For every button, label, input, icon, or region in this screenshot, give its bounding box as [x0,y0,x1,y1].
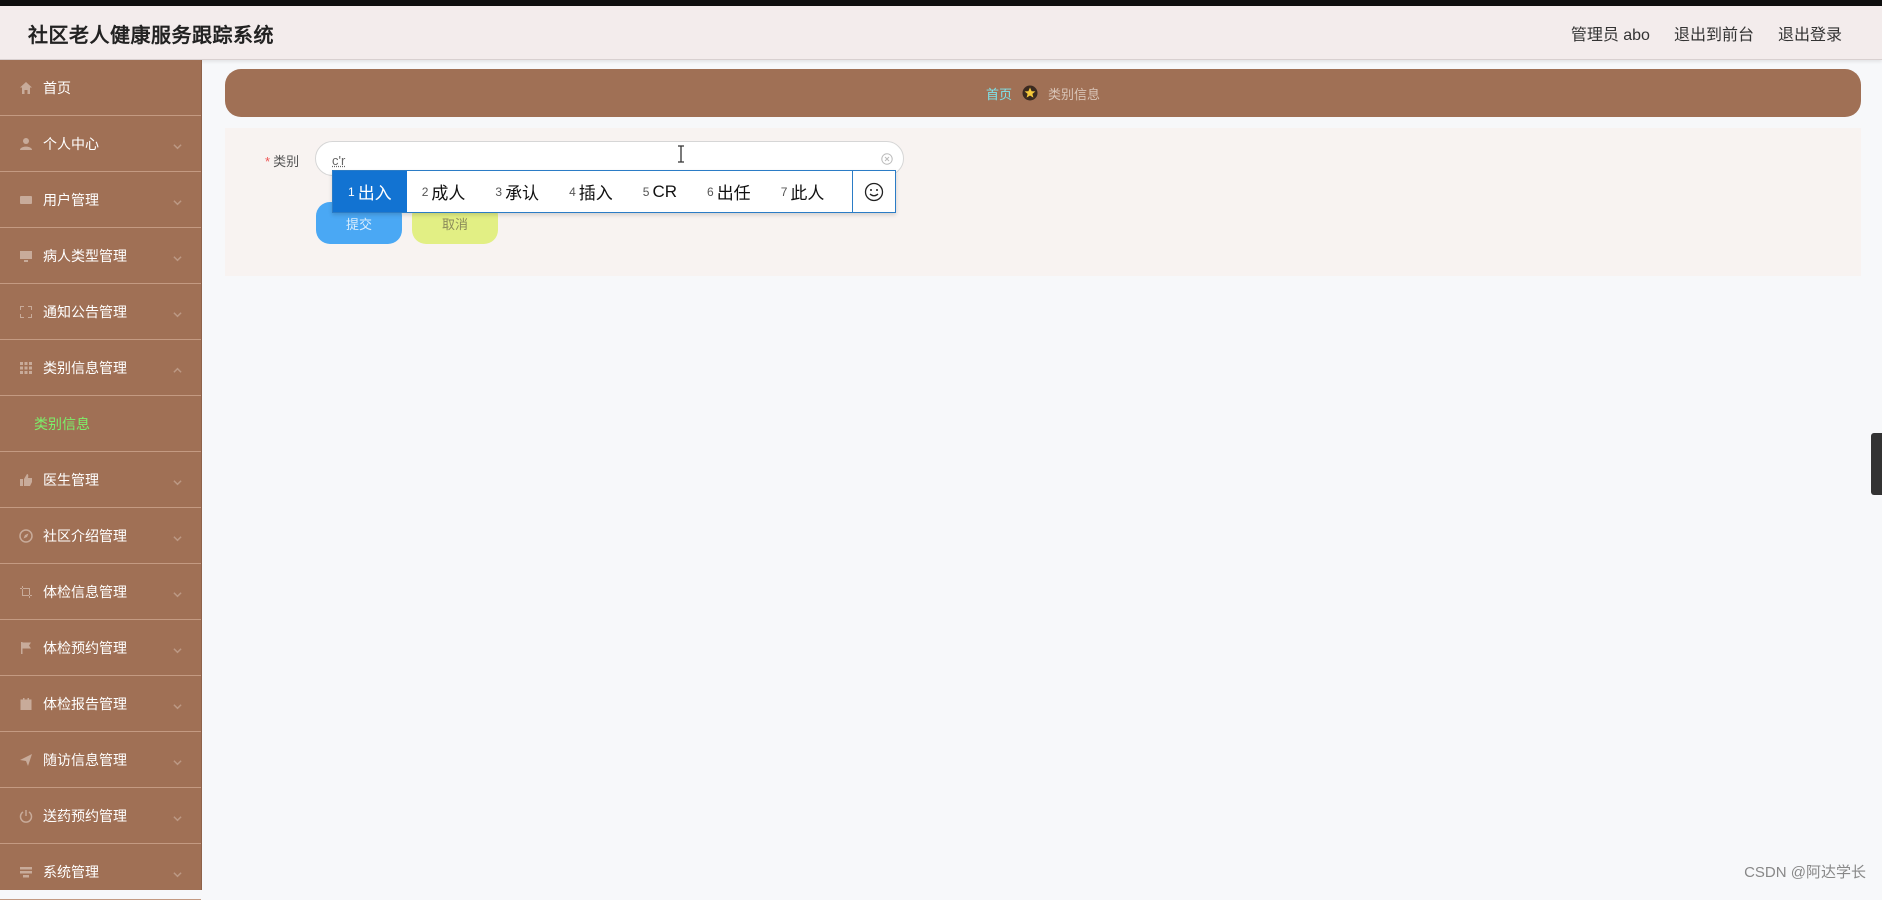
ime-candidate-4[interactable]: 4 插入 [554,171,628,212]
power-icon [19,809,33,823]
sidebar-item-label: 送药预约管理 [43,807,127,824]
clear-icon[interactable] [881,153,893,165]
category-label-text: 类别 [273,154,300,169]
chevron-down-icon [173,250,182,262]
category-field-label: * 类别 [265,151,299,170]
sidebar-item-label: 系统管理 [43,863,99,880]
breadcrumb: 首页 类别信息 [225,69,1861,117]
watermark: CSDN @阿达学长 [1744,864,1866,881]
app-title: 社区老人健康服务跟踪系统 [28,25,274,47]
chevron-down-icon [173,306,182,318]
flag-icon [19,641,33,655]
crop-icon [19,585,33,599]
sidebar-item-home[interactable]: 首页 [0,60,201,116]
sidebar-item-category-management[interactable]: 类别信息管理 [0,340,201,396]
chevron-down-icon [173,866,182,878]
logout-link[interactable]: 退出登录 [1778,21,1842,45]
ime-emoji-button[interactable] [852,171,895,212]
sidebar-item-medicine-delivery[interactable]: 送药预约管理 [0,788,201,844]
top-header: 社区老人健康服务跟踪系统 管理员 abo 退出到前台 退出登录 [0,6,1882,60]
chevron-down-icon [173,194,182,206]
sidebar-item-label: 社区介绍管理 [43,527,127,544]
list-icon [19,865,33,879]
sidebar-item-system[interactable]: 系统管理 [0,844,201,900]
sidebar-subitem-category-info[interactable]: 类别信息 [0,396,201,452]
ime-candidate-6[interactable]: 6 出任 [692,171,766,212]
ime-candidate-5[interactable]: 5 CR [628,171,692,212]
chevron-up-icon [173,362,182,373]
scrollbar-handle[interactable] [1871,433,1882,495]
sidebar-item-personal-center[interactable]: 个人中心 [0,116,201,172]
sidebar-item-checkup-booking[interactable]: 体检预约管理 [0,620,201,676]
chevron-down-icon [173,586,182,598]
sidebar-item-label: 个人中心 [43,135,99,152]
sidebar-item-label: 用户管理 [43,191,99,208]
sidebar-item-patient-type[interactable]: 病人类型管理 [0,228,201,284]
user-icon [19,137,33,151]
chevron-down-icon [173,530,182,542]
exit-to-front-link[interactable]: 退出到前台 [1674,21,1754,45]
sidebar-item-notice[interactable]: 通知公告管理 [0,284,201,340]
chevron-down-icon [173,138,182,150]
frame-icon [19,305,33,319]
thumb-icon [19,473,33,487]
sidebar-item-label: 体检报告管理 [43,695,127,712]
breadcrumb-home-link[interactable]: 首页 [986,84,1012,103]
sidebar-item-doctor[interactable]: 医生管理 [0,452,201,508]
smiley-icon [864,182,884,201]
sidebar-item-label: 首页 [43,79,71,96]
ime-candidate-7[interactable]: 7 此人 [766,171,840,212]
sidebar-item-label: 体检预约管理 [43,639,127,656]
required-marker: * [265,154,271,169]
sidebar-item-checkup-report[interactable]: 体检报告管理 [0,676,201,732]
chevron-down-icon [173,698,182,710]
chevron-down-icon [173,754,182,766]
compass-icon [19,528,33,543]
ime-candidate-3[interactable]: 3 承认 [480,171,554,212]
sidebar-item-checkup-info[interactable]: 体检信息管理 [0,564,201,620]
card-icon [19,193,33,207]
star-icon [1022,85,1038,101]
admin-user-link[interactable]: 管理员 abo [1571,21,1650,45]
ime-candidate-2[interactable]: 2 成人 [407,171,481,212]
sidebar-item-label: 体检信息管理 [43,583,127,600]
chevron-down-icon [173,474,182,486]
sidebar-item-community-intro[interactable]: 社区介绍管理 [0,508,201,564]
text-cursor-icon [678,145,684,163]
send-icon [19,753,33,767]
ime-candidate-popup: 1 出入 2 成人 3 承认 4 插入 5 CR 6 出任 7 此人 [332,170,896,213]
sidebar-item-label: 类别信息管理 [43,359,127,376]
header-actions: 管理员 abo 退出到前台 退出登录 [1571,21,1842,45]
sidebar-item-label: 通知公告管理 [43,303,127,320]
chevron-down-icon [173,810,182,822]
calendar-icon [19,697,33,711]
ime-candidate-1[interactable]: 1 出入 [333,171,407,212]
sidebar-item-label: 医生管理 [43,471,99,488]
monitor-icon [19,249,33,263]
sidebar: 首页 个人中心 用户管理 病人类型管理 通知公告管理 类别信息管理 类别信息 医… [0,60,202,900]
breadcrumb-current: 类别信息 [1048,86,1101,102]
grid-icon [19,361,33,375]
sidebar-item-label: 随访信息管理 [43,751,127,768]
chevron-down-icon [173,642,182,654]
home-icon [19,81,33,95]
sidebar-item-label: 病人类型管理 [43,247,127,264]
sidebar-item-followup[interactable]: 随访信息管理 [0,732,201,788]
sidebar-item-user-management[interactable]: 用户管理 [0,172,201,228]
